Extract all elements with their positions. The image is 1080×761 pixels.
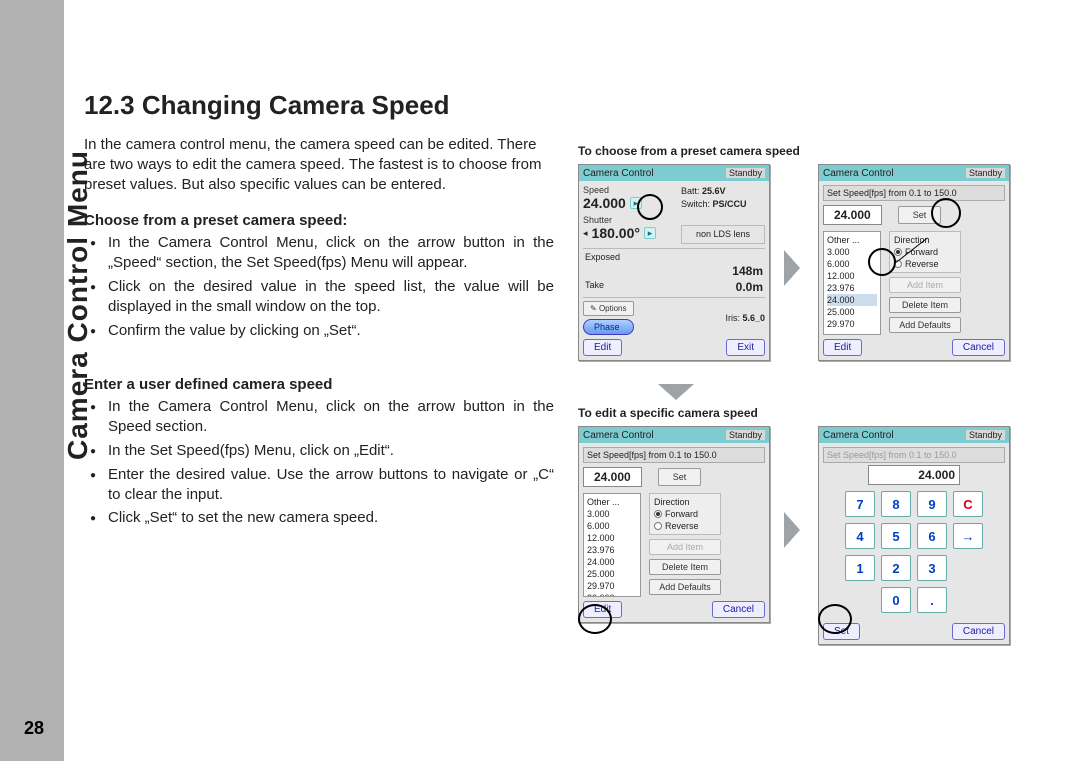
set-button[interactable]: Set <box>823 623 860 640</box>
speed-listbox[interactable]: Other ...3.0006.00012.00023.97624.00025.… <box>823 231 881 335</box>
speed-value: 24.000 <box>583 195 626 211</box>
arrow-right-icon <box>784 512 800 548</box>
shutter-arrow-button[interactable]: ▸ <box>644 227 656 239</box>
key-0[interactable]: 0 <box>881 587 911 613</box>
side-tab-strip <box>0 0 64 761</box>
status-badge: Standby <box>966 168 1005 178</box>
shutter-label: Shutter <box>583 215 679 225</box>
key-7[interactable]: 7 <box>845 491 875 517</box>
batt-label: Batt: <box>681 186 700 196</box>
edit-button[interactable]: Edit <box>583 601 622 618</box>
list-item: In the Camera Control Menu, click on the… <box>108 233 554 273</box>
speed-listbox[interactable]: Other ...3.0006.00012.00023.97624.00025.… <box>583 493 641 597</box>
iris-label: Iris: <box>725 313 740 323</box>
exposed-value: 148m <box>732 264 763 278</box>
radio-reverse[interactable]: Reverse <box>894 259 956 269</box>
subhead-preset: Choose from a preset camera speed: <box>84 212 554 229</box>
edit-button[interactable]: Edit <box>583 339 622 356</box>
titlebar: Camera Control Standby <box>579 165 769 181</box>
radio-forward[interactable]: Forward <box>654 509 716 519</box>
window-set-speed: Camera Control Standby Set Speed[fps] fr… <box>818 164 1010 361</box>
exit-button[interactable]: Exit <box>726 339 765 356</box>
main-text-column: 12.3 Changing Camera Speed In the camera… <box>84 90 554 532</box>
window-title: Camera Control <box>823 168 894 179</box>
subhead-userdef: Enter a user defined camera speed <box>84 376 554 393</box>
cancel-button[interactable]: Cancel <box>712 601 765 618</box>
key-9[interactable]: 9 <box>917 491 947 517</box>
key-6[interactable]: 6 <box>917 523 947 549</box>
arrow-right-icon <box>784 250 800 286</box>
key-5[interactable]: 5 <box>881 523 911 549</box>
keypad: 7 8 9 C 4 5 6 → 1 2 3 0 . <box>845 491 983 613</box>
list-item: In the Set Speed(fps) Menu, click on „Ed… <box>108 441 554 461</box>
arrow-down-icon <box>658 384 694 400</box>
batt-value: 25.6V <box>702 186 726 196</box>
figure-row-bottom: Camera ControlStandby Set Speed[fps] fro… <box>578 426 1058 640</box>
switch-value: PS/CCU <box>713 199 747 209</box>
delete-item-button[interactable]: Delete Item <box>889 297 961 313</box>
userdef-steps: In the Camera Control Menu, click on the… <box>84 397 554 528</box>
window-set-speed: Camera ControlStandby Set Speed[fps] fro… <box>578 426 770 623</box>
key-2[interactable]: 2 <box>881 555 911 581</box>
key-dot[interactable]: . <box>917 587 947 613</box>
keypad-display: 24.000 <box>868 465 960 485</box>
preset-steps: In the Camera Control Menu, click on the… <box>84 233 554 340</box>
cancel-button[interactable]: Cancel <box>952 623 1005 640</box>
titlebar: Camera Control Standby <box>819 165 1009 181</box>
direction-group: Direction Forward Reverse <box>889 231 961 273</box>
figure-caption-bottom: To edit a specific camera speed <box>578 406 1058 420</box>
speed-arrow-button[interactable]: ▸ <box>630 197 642 209</box>
shutter-value: 180.00° <box>592 225 640 241</box>
list-item: Enter the desired value. Use the arrow b… <box>108 465 554 505</box>
list-item: Click on the desired value in the speed … <box>108 277 554 317</box>
add-defaults-button[interactable]: Add Defaults <box>649 579 721 595</box>
key-arrow[interactable]: → <box>953 523 983 549</box>
set-button[interactable]: Set <box>898 206 942 224</box>
edit-button[interactable]: Edit <box>823 339 862 356</box>
list-item: In the Camera Control Menu, click on the… <box>108 397 554 437</box>
switch-label: Switch: <box>681 199 710 209</box>
key-3[interactable]: 3 <box>917 555 947 581</box>
current-speed: 24.000 <box>823 205 882 225</box>
page-number: 28 <box>24 718 44 739</box>
add-item-button[interactable]: Add Item <box>649 539 721 555</box>
range-label: Set Speed[fps] from 0.1 to 150.0 <box>823 447 1005 463</box>
key-4[interactable]: 4 <box>845 523 875 549</box>
take-label: Take <box>585 280 604 294</box>
page-title: 12.3 Changing Camera Speed <box>84 90 554 121</box>
status-badge: Standby <box>726 168 765 178</box>
phase-button[interactable]: Phase <box>583 319 634 335</box>
delete-item-button[interactable]: Delete Item <box>649 559 721 575</box>
cancel-button[interactable]: Cancel <box>952 339 1005 356</box>
figure-column: To choose from a preset camera speed Cam… <box>578 138 1058 650</box>
exposed-label: Exposed <box>585 252 620 262</box>
lens-note: non LDS lens <box>681 225 765 244</box>
window-keypad: Camera ControlStandby Set Speed[fps] fro… <box>818 426 1010 645</box>
range-label: Set Speed[fps] from 0.1 to 150.0 <box>823 185 1005 201</box>
add-item-button[interactable]: Add Item <box>889 277 961 293</box>
key-1[interactable]: 1 <box>845 555 875 581</box>
speed-label: Speed <box>583 185 679 195</box>
figure-row-top: Camera Control Standby Speed 24.000 ▸ Sh… <box>578 164 1058 378</box>
radio-reverse[interactable]: Reverse <box>654 521 716 531</box>
options-button[interactable]: ✎ Options <box>583 301 634 316</box>
key-8[interactable]: 8 <box>881 491 911 517</box>
key-clear[interactable]: C <box>953 491 983 517</box>
list-item: Click „Set“ to set the new camera speed. <box>108 508 554 528</box>
list-item: Confirm the value by clicking on „Set“. <box>108 321 554 341</box>
window-title: Camera Control <box>583 168 654 179</box>
window-camera-control: Camera Control Standby Speed 24.000 ▸ Sh… <box>578 164 770 361</box>
set-button[interactable]: Set <box>658 468 702 486</box>
intro-paragraph: In the camera control menu, the camera s… <box>84 135 554 194</box>
iris-value: 5.6_0 <box>742 313 765 323</box>
figure-caption-top: To choose from a preset camera speed <box>578 144 1058 158</box>
take-value: 0.0m <box>736 280 763 294</box>
add-defaults-button[interactable]: Add Defaults <box>889 317 961 333</box>
